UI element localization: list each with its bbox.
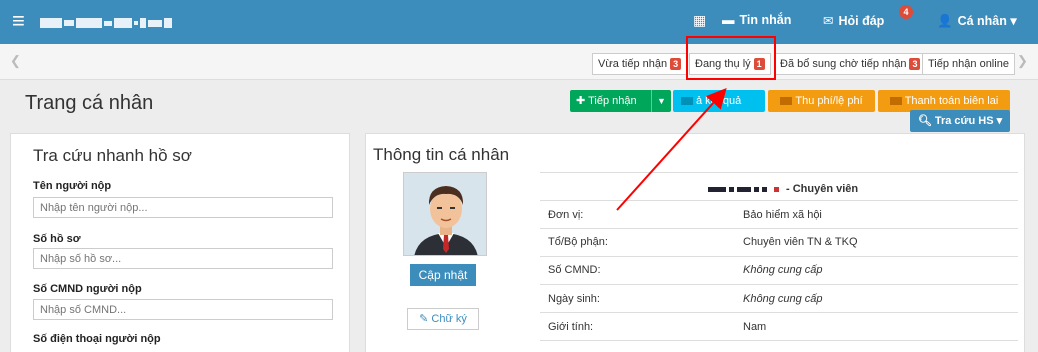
annotation-arrow bbox=[616, 88, 727, 211]
